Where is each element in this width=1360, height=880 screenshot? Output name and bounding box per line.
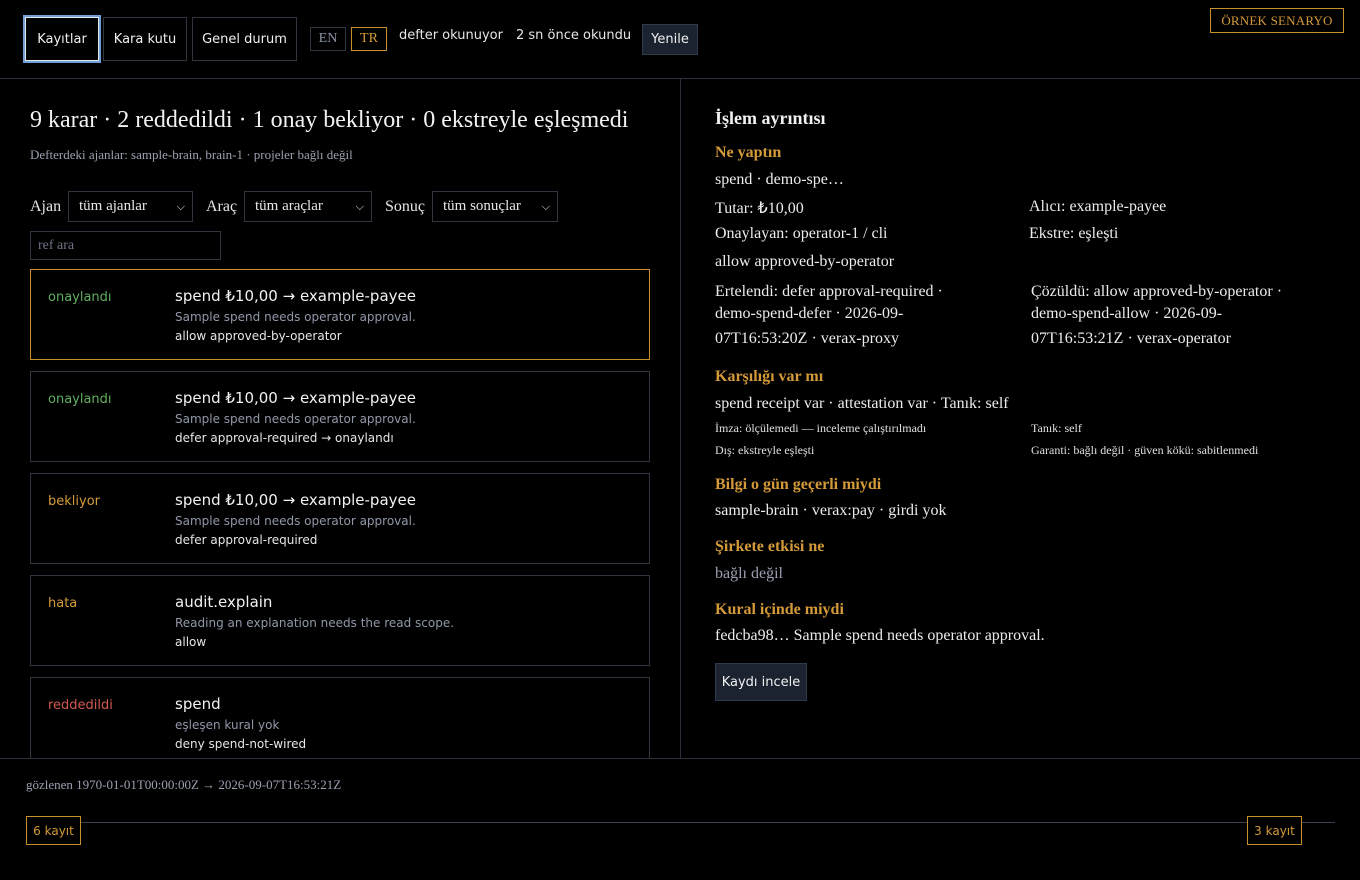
statement-match: Ekstre: eşleşti — [1029, 225, 1119, 242]
guarantee-note: Garanti: bağlı değil · güven kökü: sabit… — [1031, 443, 1259, 457]
approver: Onaylayan: operator-1 / cli — [715, 225, 888, 242]
record-decision: defer approval-required — [175, 533, 318, 547]
tab-records[interactable]: Kayıtlar — [23, 15, 101, 63]
resolved-line: 07T16:53:21Z · verax-operator — [1031, 330, 1231, 347]
resolved-line: Çözüldü: allow approved-by-operator · — [1031, 283, 1283, 300]
what-value: spend · demo-spe… — [715, 171, 844, 188]
record-status: onaylandı — [48, 290, 112, 305]
detail-title: İşlem ayrıntısı — [715, 108, 826, 128]
result-filter-select[interactable]: tüm sonuçlar ⌵ — [432, 191, 558, 222]
tool-filter-value: tüm araçlar — [255, 198, 323, 214]
payee: Alıcı: example-payee — [1029, 198, 1167, 215]
pane-divider — [680, 79, 681, 758]
witness-note: Tanık: self — [1031, 421, 1082, 435]
record-reason: Sample spend needs operator approval. — [175, 310, 416, 324]
deferred-line: demo-spend-defer · 2026-09- — [715, 305, 904, 322]
record-status: bekliyor — [48, 494, 100, 509]
deferred-line: Ertelendi: defer approval-required · — [715, 283, 943, 300]
validity-heading: Bilgi o gün geçerli miydi — [715, 476, 882, 493]
record-decision: allow approved-by-operator — [175, 329, 342, 343]
chevron-down-icon: ⌵ — [541, 200, 550, 213]
amount: Tutar: ₺10,00 — [715, 200, 804, 217]
impact-heading: Şirkete etkisi ne — [715, 538, 825, 555]
chevron-down-icon: ⌵ — [176, 200, 185, 213]
tab-overview[interactable]: Genel durum — [192, 17, 297, 61]
record-status: onaylandı — [48, 392, 112, 407]
decision: allow approved-by-operator — [715, 253, 895, 270]
validity-value: sample-brain · verax:pay · girdi yok — [715, 502, 947, 519]
record-reason: Sample spend needs operator approval. — [175, 514, 416, 528]
rule-value: fedcba98… Sample spend needs operator ap… — [715, 627, 1045, 644]
lang-tr-button[interactable]: TR — [351, 27, 387, 51]
resolved-line: demo-spend-allow · 2026-09- — [1031, 305, 1223, 322]
inspect-record-button[interactable]: Kaydı incele — [715, 663, 807, 701]
result-filter-value: tüm sonuçlar — [443, 198, 521, 214]
record-card[interactable]: onaylandı spend ₺10,00 → example-payee S… — [30, 269, 650, 360]
record-title: spend — [175, 695, 221, 713]
what-heading: Ne yaptın — [715, 144, 782, 161]
result-filter-label: Sonuç — [385, 198, 425, 215]
tool-filter-select[interactable]: tüm araçlar ⌵ — [244, 191, 372, 222]
deferred-line: 07T16:53:20Z · verax-proxy — [715, 330, 899, 347]
record-reason: Reading an explanation needs the read sc… — [175, 616, 455, 630]
tool-filter-label: Araç — [206, 198, 238, 215]
refresh-button[interactable]: Yenile — [642, 24, 698, 55]
record-card[interactable]: onaylandı spend ₺10,00 → example-payee S… — [30, 371, 650, 462]
counterpart-value: spend receipt var · attestation var · Ta… — [715, 395, 1009, 412]
record-title: spend ₺10,00 → example-payee — [175, 287, 416, 305]
ledger-status: defter okunuyor — [399, 28, 503, 43]
signature-note: İmza: ölçülemedi — inceleme çalıştırılma… — [715, 421, 927, 435]
ref-search-input[interactable]: ref ara — [30, 231, 221, 260]
rule-heading: Kural içinde miydi — [715, 601, 844, 618]
agents-note: Defterdeki ajanlar: sample-brain, brain-… — [30, 147, 353, 162]
timeline-right-count[interactable]: 3 kayıt — [1247, 816, 1302, 845]
record-decision: deny spend-not-wired — [175, 737, 307, 751]
agent-filter-value: tüm ajanlar — [79, 198, 147, 214]
record-title: audit.explain — [175, 593, 273, 611]
external-note: Dış: ekstreyle eşleşti — [715, 443, 815, 457]
tab-black-box[interactable]: Kara kutu — [103, 17, 187, 61]
record-reason: Sample spend needs operator approval. — [175, 412, 416, 426]
last-read-time: 2 sn önce okundu — [516, 28, 632, 43]
record-decision: allow — [175, 635, 207, 649]
lang-en-button[interactable]: EN — [310, 27, 346, 51]
chevron-down-icon: ⌵ — [355, 200, 364, 213]
scenario-badge: ÖRNEK SENARYO — [1210, 8, 1344, 33]
timeline-track[interactable] — [30, 822, 1335, 823]
record-title: spend ₺10,00 → example-payee — [175, 491, 416, 509]
agent-filter-label: Ajan — [30, 198, 62, 215]
record-reason: eşleşen kural yok — [175, 718, 280, 732]
impact-value: bağlı değil — [715, 565, 783, 582]
observed-range: gözlenen 1970-01-01T00:00:00Z → 2026-09-… — [26, 777, 342, 792]
counterpart-heading: Karşılığı var mı — [715, 368, 824, 385]
record-card[interactable]: reddedildi spend eşleşen kural yok deny … — [30, 677, 650, 758]
record-status: reddedildi — [48, 698, 113, 713]
summary-headline: 9 karar · 2 reddedildi · 1 onay bekliyor… — [30, 107, 629, 133]
record-card[interactable]: bekliyor spend ₺10,00 → example-payee Sa… — [30, 473, 650, 564]
record-decision: defer approval-required → onaylandı — [175, 431, 394, 445]
agent-filter-select[interactable]: tüm ajanlar ⌵ — [68, 191, 193, 222]
record-status: hata — [48, 596, 78, 611]
record-title: spend ₺10,00 → example-payee — [175, 389, 416, 407]
record-card[interactable]: hata audit.explain Reading an explanatio… — [30, 575, 650, 666]
timeline-left-count[interactable]: 6 kayıt — [26, 816, 81, 845]
